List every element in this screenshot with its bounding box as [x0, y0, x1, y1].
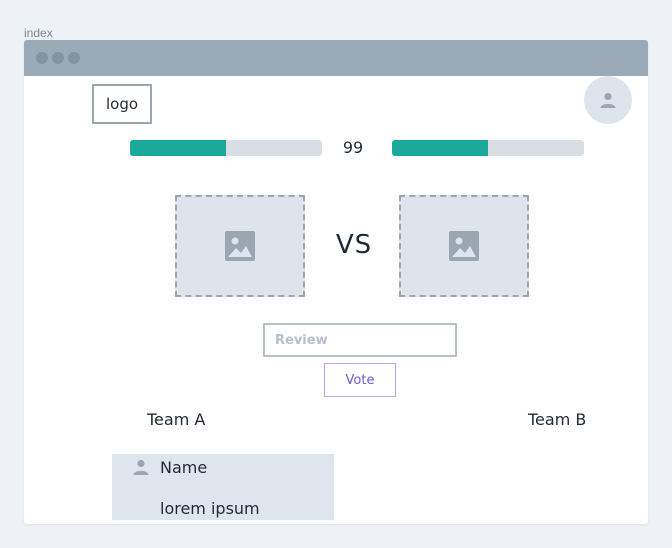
team-a-image[interactable]: [175, 195, 305, 297]
window-titlebar: [24, 40, 648, 76]
comment-text: lorem ipsum: [160, 499, 260, 518]
window-dot-maximize[interactable]: [68, 52, 80, 64]
team-b-progress: [392, 140, 584, 156]
vs-label: VS: [335, 230, 373, 260]
score: 99: [342, 138, 364, 157]
user-icon: [600, 92, 616, 108]
image-icon: [449, 231, 479, 261]
logo[interactable]: logo: [92, 84, 152, 124]
window-dot-minimize[interactable]: [52, 52, 64, 64]
team-b-image[interactable]: [399, 195, 529, 297]
comment-author: Name: [160, 458, 208, 477]
vote-button[interactable]: Vote: [324, 363, 396, 397]
user-icon: [133, 459, 149, 475]
team-a-label: Team A: [147, 410, 206, 429]
review-input[interactable]: [263, 323, 457, 357]
team-a-progress: [130, 140, 322, 156]
user-avatar[interactable]: [584, 76, 632, 124]
team-a-progress-fill: [130, 140, 226, 156]
browser-window: logo 99 VS Vote Team A Team B: [24, 40, 648, 524]
window-dot-close[interactable]: [36, 52, 48, 64]
page-label: index: [24, 26, 53, 40]
comment-card: Name lorem ipsum: [112, 454, 334, 520]
team-b-progress-fill: [392, 140, 488, 156]
image-icon: [225, 231, 255, 261]
team-b-label: Team B: [528, 410, 587, 429]
